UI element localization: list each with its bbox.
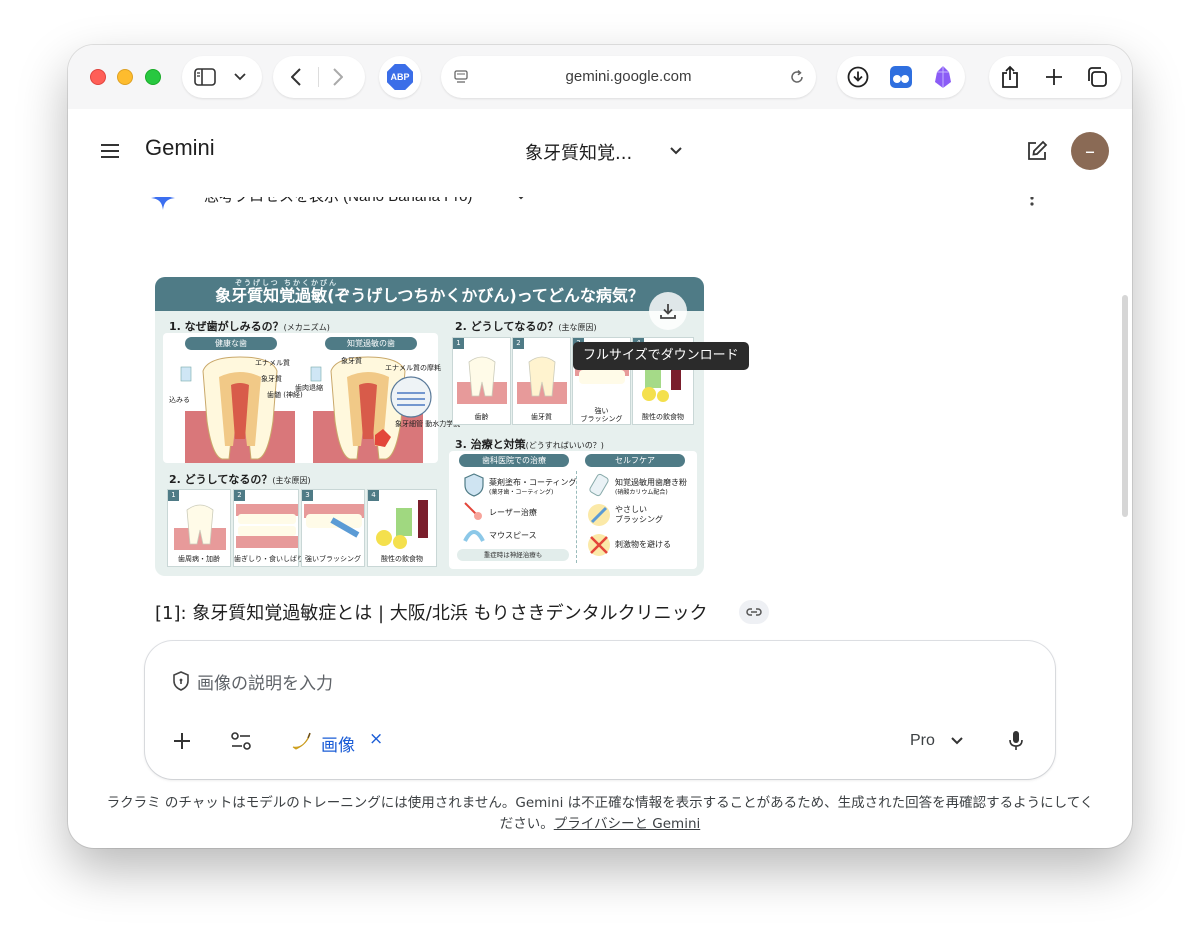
label-enamel: エナメル質: [255, 359, 290, 367]
label-tubules: 象牙細管 動水力学説: [395, 420, 461, 428]
address-bar[interactable]: gemini.google.com: [441, 56, 816, 98]
label-enamel-wear: エナメル質の摩耗: [385, 364, 441, 372]
healthy-tooth-label: 健康な歯: [185, 337, 277, 350]
new-chat-icon[interactable]: [1025, 139, 1049, 163]
zoom-window-button[interactable]: [145, 69, 161, 85]
extensions-group: [837, 56, 965, 98]
selfcare-item-sub: (硝酸カリウム配合): [615, 489, 668, 496]
url-text: gemini.google.com: [565, 68, 692, 85]
avatar[interactable]: –: [1071, 132, 1109, 170]
cause-caption: 歯ぎしり・食いしばり: [234, 555, 304, 563]
app-header: Gemini 象牙質知覚... –: [68, 109, 1132, 197]
selfcare-item: 刺激物を避ける: [615, 540, 671, 549]
clinic-item: マウスピース: [489, 531, 537, 540]
section2-bottom-heading: 2. どうしてなるの？(主な原因): [169, 473, 311, 486]
chevron-down-icon[interactable]: [667, 143, 685, 159]
selfcare-label: セルフケア: [585, 454, 685, 467]
cause-caption: 歯齢: [474, 413, 489, 421]
shield-icon: [464, 473, 484, 497]
citation-text: [1]: 象牙質知覚過敏症とは | 大阪/北浜 もりさきデンタルクリニック: [155, 603, 708, 624]
tools-icon[interactable]: [229, 730, 253, 752]
mouthpiece-icon: [463, 530, 485, 542]
cause-caption: 酸性の飲食物: [381, 555, 423, 563]
add-icon[interactable]: [171, 730, 193, 752]
cause-card-top-2: 2 歯牙質: [512, 337, 571, 425]
banana-icon: [289, 729, 313, 753]
section3-heading: 3. 治療と対策(どうすればいいの？): [455, 438, 604, 451]
sidebar-toggle-group: [182, 56, 262, 98]
download-tooltip: フルサイズでダウンロード: [573, 342, 749, 370]
download-button[interactable]: [649, 292, 687, 330]
prompt-input-box: 画像の説明を入力 画像 × Pro: [145, 641, 1055, 779]
label-gum-recession: 歯肉退縮: [295, 384, 323, 392]
section1-heading: 1. なぜ歯がしみるの？(メカニズム): [169, 320, 330, 333]
clinic-item: レーザー治療: [489, 508, 537, 517]
chevron-down-icon[interactable]: [230, 68, 250, 86]
selfcare-item: やさしい ブラッシング: [615, 505, 663, 524]
download-icon: [660, 304, 676, 319]
browser-toolbar: ABP gemini.google.com: [68, 45, 1132, 109]
cause-caption: 強いブラッシング: [305, 555, 361, 563]
close-icon[interactable]: ×: [369, 729, 383, 749]
label-dentin-2: 象牙質: [341, 357, 362, 365]
tab-overview-icon[interactable]: [1085, 66, 1109, 88]
app-title: Gemini: [145, 135, 215, 160]
label-dentin: 象牙質: [261, 375, 282, 383]
adblock-icon: ABP: [387, 64, 413, 90]
adblock-extension[interactable]: ABP: [379, 56, 421, 98]
extension-crystal-icon[interactable]: [932, 65, 954, 89]
browser-window: ABP gemini.google.com Gemini 象牙質知覚... – …: [68, 45, 1132, 848]
image-tool-chip[interactable]: 画像: [321, 731, 355, 756]
toothpaste-icon: [589, 473, 609, 497]
sidebar-icon[interactable]: [193, 66, 217, 88]
cause-card-top-1: 1 歯齢: [452, 337, 511, 425]
cause-caption: 強い ブラッシング: [580, 407, 623, 423]
mechanism-panel: 健康な歯 知覚過敏の歯 エナメル質 象牙質 歯髄 (神経) 込みる 歯肉退縮 象…: [163, 333, 460, 463]
cause-card-bottom-4: 4 酸性の飲食物: [367, 489, 437, 567]
infographic-title: ぞうげしつ ちかくかびん 象牙質知覚過敏(ぞうげしつちかくかびん)ってどんな病気…: [155, 277, 704, 311]
laser-icon: [464, 502, 482, 520]
history-nav-group: [273, 56, 365, 98]
extension-blue-icon[interactable]: [889, 65, 913, 89]
sensitive-tooth-label: 知覚過敏の歯: [325, 337, 417, 350]
citation-link-button[interactable]: [739, 600, 769, 624]
share-icon[interactable]: [999, 64, 1021, 90]
shield-icon: [171, 670, 191, 692]
generated-image[interactable]: ぞうげしつ ちかくかびん 象牙質知覚過敏(ぞうげしつちかくかびん)ってどんな病気…: [155, 277, 704, 576]
scrollbar[interactable]: [1122, 295, 1128, 517]
label-soak: 込みる: [169, 396, 190, 404]
avoid-stimulus-icon: [588, 534, 610, 556]
infographic-ruby: ぞうげしつ ちかくかびん: [235, 279, 339, 287]
downloads-icon[interactable]: [846, 66, 870, 88]
menu-icon[interactable]: [98, 139, 122, 163]
treatment-panel: 歯科医院での治療 セルフケア 薬剤塗布・コーティング (薬牙歯・コーティング) …: [449, 451, 697, 569]
disclaimer: ラクラミ のチャットはモデルのトレーニングには使用されません。Gemini は不…: [104, 793, 1096, 835]
forward-icon[interactable]: [327, 66, 349, 88]
cause-caption: 酸性の飲食物: [642, 413, 684, 421]
conversation-title[interactable]: 象牙質知覚...: [525, 139, 632, 165]
cause-card-bottom-1: 1 歯周病・加齢: [167, 489, 231, 567]
microphone-icon[interactable]: [1005, 729, 1027, 753]
back-icon[interactable]: [285, 66, 307, 88]
window-actions-group: [989, 56, 1121, 98]
toothbrush-icon: [588, 504, 610, 526]
chevron-down-icon[interactable]: [949, 734, 965, 748]
reload-icon[interactable]: [787, 67, 807, 87]
new-tab-icon[interactable]: [1043, 66, 1065, 88]
clinic-note: 重症時は神経治療も: [457, 549, 569, 561]
cause-caption: 歯周病・加齢: [178, 555, 220, 563]
clinic-item-sub: (薬牙歯・コーティング): [489, 489, 554, 496]
nav-divider: [318, 67, 319, 87]
section2-top-heading: 2. どうしてなるの？(主な原因): [455, 320, 597, 333]
cause-card-bottom-3: 3 強いブラッシング: [301, 489, 365, 567]
cause-caption: 歯牙質: [531, 413, 552, 421]
link-icon: [746, 608, 762, 616]
close-window-button[interactable]: [90, 69, 106, 85]
model-selector[interactable]: Pro: [910, 732, 935, 750]
clinic-treatment-label: 歯科医院での治療: [459, 454, 569, 467]
minimize-window-button[interactable]: [117, 69, 133, 85]
cause-card-bottom-2: 2 歯ぎしり・食いしばり: [233, 489, 304, 567]
privacy-link[interactable]: プライバシーと Gemini: [554, 816, 701, 832]
prompt-input[interactable]: 画像の説明を入力: [197, 669, 333, 694]
